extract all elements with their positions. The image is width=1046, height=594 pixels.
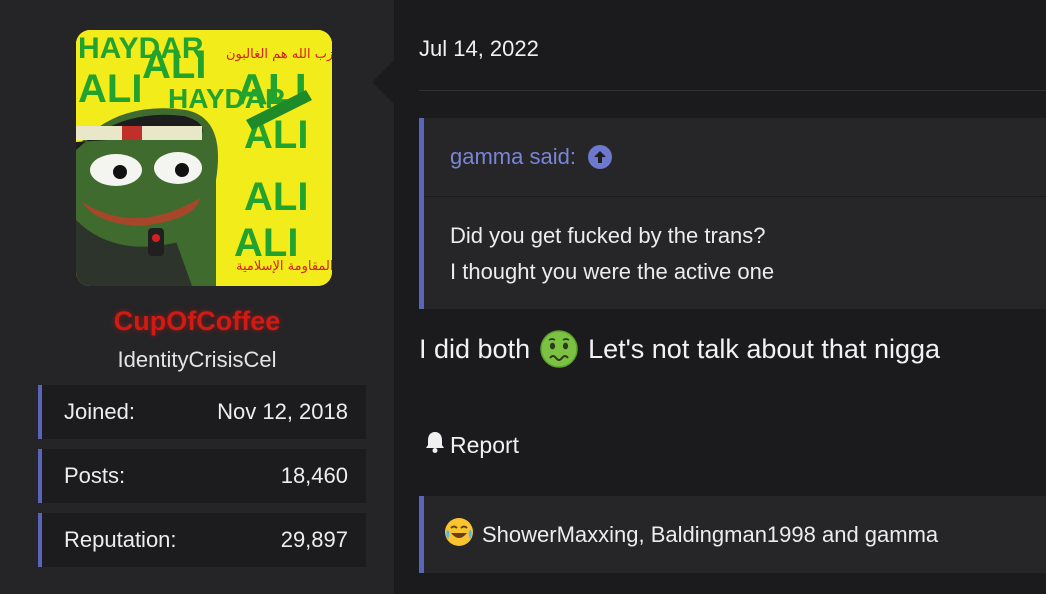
user-title: IdentityCrisisCel [117, 347, 277, 372]
avatar-text: ALI [142, 43, 206, 87]
avatar-text: ALI [78, 67, 142, 111]
message-text: I did both [419, 333, 531, 364]
bell-icon [424, 430, 446, 460]
avatar[interactable]: HAYDAR ALI ALI HAYDAR ALI ALI ALI ALI حز… [76, 30, 332, 286]
stat-label: Posts: [64, 463, 126, 488]
quote-block: gamma said: Did you get fucked by the tr… [419, 118, 1046, 309]
stat-posts: Posts: 18,460 [38, 449, 366, 503]
stat-value: Nov 12, 2018 [217, 399, 348, 424]
post-pointer-arrow [372, 60, 394, 104]
quote-line: Did you get fucked by the trans? [450, 223, 766, 248]
avatar-text: ALI [244, 175, 308, 219]
username[interactable]: CupOfCoffee [0, 306, 394, 337]
avatar-image: HAYDAR ALI ALI HAYDAR ALI ALI ALI ALI حز… [76, 30, 332, 286]
quote-divider [424, 196, 1046, 197]
quote-body: Did you get fucked by the trans? I thoug… [450, 218, 774, 290]
divider [419, 90, 1046, 91]
message-text: Let's not talk about that nigga [588, 333, 941, 364]
stat-joined: Joined: Nov 12, 2018 [38, 385, 366, 439]
joy-face-icon [444, 517, 474, 553]
stat-label: Reputation: [64, 527, 177, 552]
stat-label: Joined: [64, 399, 135, 424]
post-message: I did both Let's not talk about that nig… [419, 330, 940, 368]
user-info-panel: HAYDAR ALI ALI HAYDAR ALI ALI ALI ALI حز… [0, 0, 395, 594]
reactions-bar[interactable]: ShowerMaxxing, Baldingman1998 and gamma [419, 496, 1046, 573]
stat-reputation: Reputation: 29,897 [38, 513, 366, 567]
stat-value: 29,897 [280, 527, 348, 552]
quote-header[interactable]: gamma said: [450, 144, 612, 170]
nauseated-face-icon [540, 330, 578, 368]
stat-value: 18,460 [280, 463, 348, 488]
report-label: Report [450, 431, 520, 458]
quote-line: I thought you were the active one [450, 259, 775, 284]
post-date[interactable]: Jul 14, 2022 [419, 36, 539, 62]
avatar-arabic-text: المقاومة الإسلامية [236, 259, 332, 274]
avatar-arabic-text: حزب الله هم الغالبون [226, 47, 332, 62]
quote-author[interactable]: gamma said: [450, 144, 576, 170]
arrow-up-circle-icon[interactable] [587, 145, 612, 169]
report-button[interactable]: Report [424, 430, 519, 460]
reactions-text[interactable]: ShowerMaxxing, Baldingman1998 and gamma [482, 522, 938, 548]
post-content: Jul 14, 2022 gamma said: Did you get fuc… [395, 0, 1046, 594]
